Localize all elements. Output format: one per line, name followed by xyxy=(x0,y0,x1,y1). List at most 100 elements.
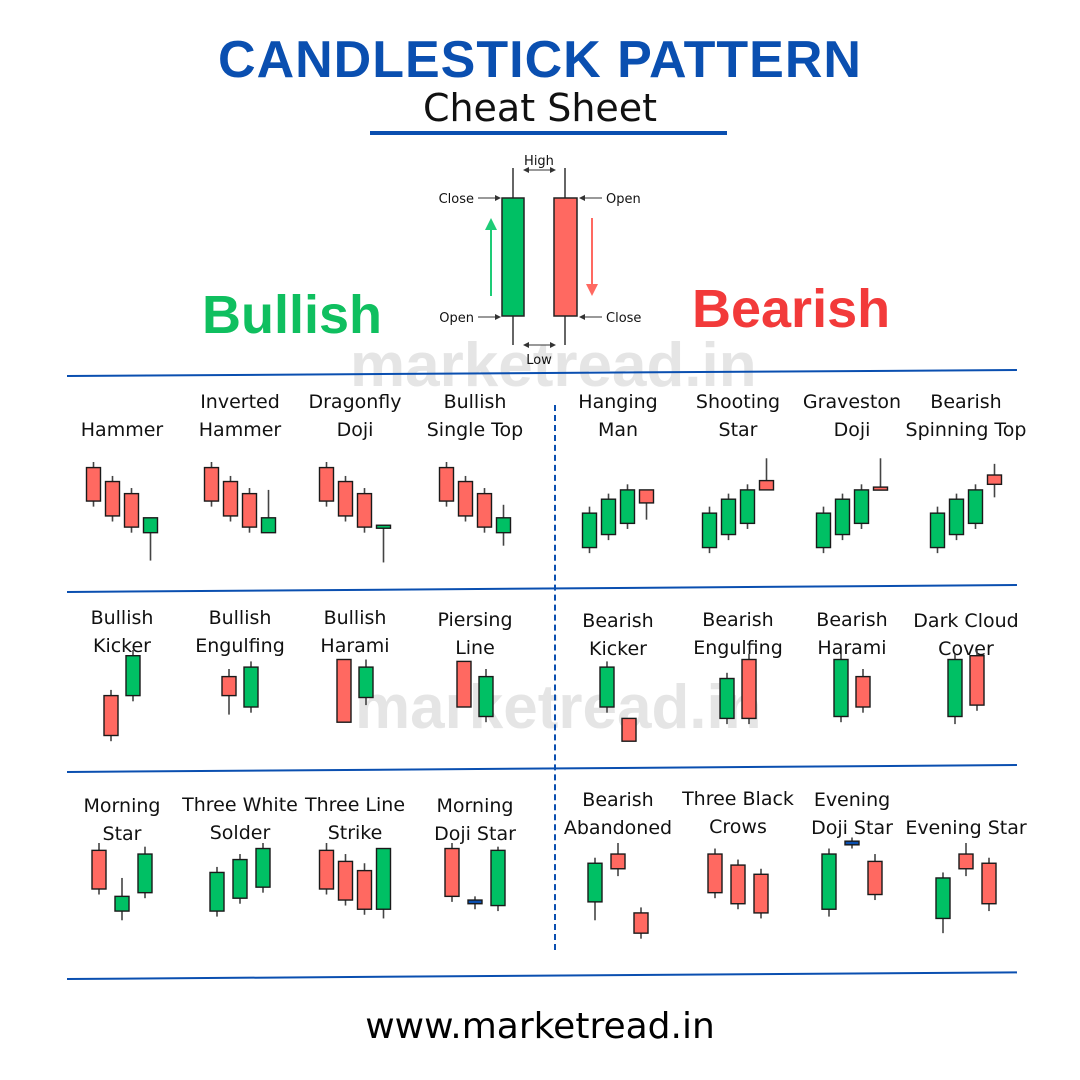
pattern-label-line xyxy=(57,388,187,416)
row-divider xyxy=(66,764,1017,773)
pattern-label: Bearish Engulfing xyxy=(673,606,803,662)
pattern-label-line: Single Top xyxy=(426,419,524,441)
bull-candle-body xyxy=(600,498,617,536)
bull-candle-body xyxy=(967,489,984,525)
pattern-hanging-man xyxy=(581,484,655,554)
legend-bull-open: Open xyxy=(439,311,474,326)
doji-candle-body xyxy=(467,899,483,905)
bear-body xyxy=(553,197,578,317)
pattern-label: Shooting Star xyxy=(673,388,803,444)
pattern-morning-star xyxy=(91,843,153,921)
pattern-label-line: Harami xyxy=(817,637,887,659)
pattern-label-line: Star xyxy=(102,823,142,845)
pattern-label-line: Three White xyxy=(182,794,298,816)
bull-candle-body xyxy=(581,512,598,549)
pattern-label: Morning Star xyxy=(57,792,187,848)
bull-candle-body xyxy=(834,498,851,536)
pattern-label: Three Line Strike xyxy=(290,791,420,847)
pattern-label-line: Bearish xyxy=(582,610,654,632)
pattern-label-line: Star xyxy=(718,419,758,441)
bull-bear-divider xyxy=(554,405,556,950)
pattern-hammer xyxy=(85,462,159,561)
pattern-label: Hanging Man xyxy=(553,388,683,444)
pattern-label-line: Bearish xyxy=(816,609,888,631)
bear-candle-body xyxy=(221,675,237,697)
watermark: marketread.in xyxy=(355,673,762,742)
legend-bull-close: Close xyxy=(439,192,474,207)
bear-candle-body xyxy=(758,479,775,491)
pattern-label-line: Three Black xyxy=(682,788,794,810)
pattern-label-line: Evening Star xyxy=(905,817,1027,839)
pattern-label-line: Line xyxy=(455,637,495,659)
bull-candle-body xyxy=(375,847,392,910)
bear-candle-body xyxy=(707,853,723,894)
pattern-bullish-kicker xyxy=(103,650,141,742)
pattern-inverted-hammer xyxy=(203,462,277,534)
bear-candle-body xyxy=(872,486,889,491)
bear-candle-body xyxy=(203,466,220,502)
bear-candle-body xyxy=(969,655,985,706)
pattern-label-line: Bullish xyxy=(208,607,272,629)
bear-candle-body xyxy=(91,849,107,890)
bear-candle-body xyxy=(457,480,474,517)
pattern-label-line: Doji xyxy=(833,419,871,441)
pattern-three-line-strike xyxy=(318,843,392,919)
pattern-label: Piersing Line xyxy=(410,606,540,662)
bear-candle-body xyxy=(103,694,119,737)
bear-candle-body xyxy=(438,466,455,502)
bear-candle-body xyxy=(85,466,102,502)
pattern-label: Bearish Harami xyxy=(787,606,917,662)
pattern-bearish-abandoned xyxy=(587,843,649,939)
bull-body xyxy=(501,197,525,317)
pattern-label-line: Engulfing xyxy=(195,635,285,657)
pattern-three-black-crows xyxy=(707,848,769,919)
pattern-label: Three Black Crows xyxy=(673,785,803,841)
bull-candle-body xyxy=(701,512,718,549)
bull-candle-body xyxy=(495,517,512,534)
pattern-graveston-doji xyxy=(815,458,889,554)
pattern-label: Bullish Harami xyxy=(290,604,420,660)
pattern-label-line: Hammer xyxy=(198,419,282,441)
bull-candle-body xyxy=(232,858,248,899)
pattern-label-line: Strike xyxy=(327,822,383,844)
pattern-bearish-spinning-top xyxy=(929,463,1003,554)
bull-candle-body xyxy=(114,895,130,912)
pattern-bearish-harami xyxy=(833,653,871,723)
bear-candle-body xyxy=(610,853,626,870)
pattern-label-line: Inverted xyxy=(200,391,280,413)
bull-candle-body xyxy=(587,862,603,903)
pattern-label-line: Bullish xyxy=(323,607,387,629)
pattern-dragonfly-doji xyxy=(318,462,392,563)
bear-candle-body xyxy=(123,492,140,528)
page-title: CANDLESTICK PATTERN xyxy=(218,31,862,89)
bear-candle-body xyxy=(356,492,373,528)
pattern-label-line: Graveston xyxy=(802,391,902,413)
title-underline xyxy=(370,131,727,135)
bear-candle-body xyxy=(855,675,871,708)
pattern-label-line xyxy=(901,786,1031,814)
bull-candle-body xyxy=(137,853,153,894)
bull-candle-body xyxy=(255,847,271,888)
bull-candle-body xyxy=(243,666,259,708)
pattern-label-line: Abandoned xyxy=(563,817,673,839)
pattern-label-line: Solder xyxy=(209,822,271,844)
pattern-label-line: Crows xyxy=(709,816,767,838)
bear-candle-body xyxy=(337,480,354,517)
pattern-candles xyxy=(85,458,1003,939)
bull-candle-body xyxy=(739,489,756,525)
bull-candle-body xyxy=(815,512,832,549)
bull-candle-body xyxy=(821,853,837,910)
pattern-label: Three White Solder xyxy=(175,791,305,847)
pattern-label: Evening Star xyxy=(901,786,1031,842)
pattern-label-line: Piersing xyxy=(437,609,513,631)
bear-candle-body xyxy=(867,860,883,896)
pattern-label-line: Doji xyxy=(336,419,374,441)
pattern-label: Bullish Single Top xyxy=(410,388,540,444)
pattern-label: Graveston Doji xyxy=(787,388,917,444)
pattern-label-line: Bearish xyxy=(930,391,1002,413)
bear-candle-body xyxy=(638,489,655,504)
pattern-label-line: Doji Star xyxy=(811,817,893,839)
pattern-label-line: Engulfing xyxy=(693,637,783,659)
pattern-label-line: Kicker xyxy=(92,635,151,657)
pattern-label-line: Doji Star xyxy=(434,823,516,845)
